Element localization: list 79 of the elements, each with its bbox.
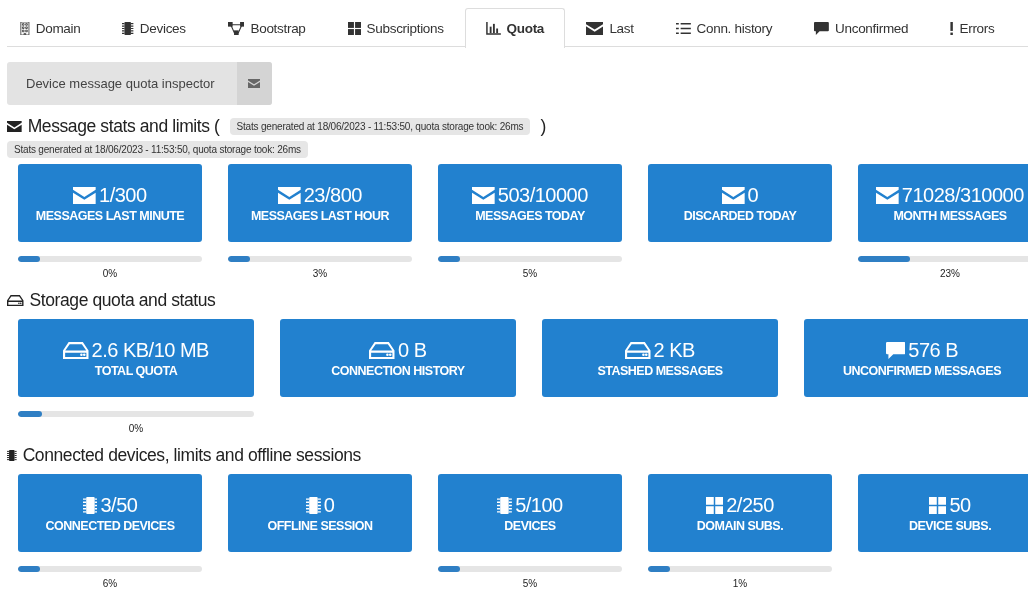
stat-value: 503/10000 [497,183,588,207]
hard-drive-icon [369,341,395,359]
stat-value: 2.6 KB/10 MB [91,338,209,362]
stat-label: DISCARDED TODAY [683,208,797,223]
envelope-icon [876,186,899,204]
stat-value: 23/800 [303,183,362,207]
stat-value: 576 B [908,338,959,362]
percent-label: 5% [522,578,538,589]
building-icon [20,21,30,35]
envelope-icon [586,21,604,35]
envelope-icon [73,186,97,204]
exclamation-icon [950,21,954,35]
stat-label: TOTAL QUOTA [94,363,178,378]
section-title: Storage quota and status [29,289,216,311]
grid-icon [706,496,724,514]
chip-icon [497,496,513,514]
tab[interactable]: Last [565,8,655,47]
stat-label: DOMAIN SUBS. [696,518,784,533]
envelope-icon [7,120,22,132]
stat-label: CONNECTED DEVICES [45,518,175,533]
tab[interactable]: Domain [7,8,102,47]
percent-label: 5% [522,268,538,279]
envelope-icon [721,186,745,204]
stat-value: 0 B [398,338,427,362]
tab[interactable]: Devices [101,8,207,47]
parenthesis: ) [540,115,546,137]
list-icon [675,21,691,35]
percent-label: 6% [102,578,118,589]
tab[interactable]: Errors [929,8,1016,47]
percent-label: 3% [312,268,328,279]
speech-bubble-icon [885,341,906,359]
hard-drive-icon [7,294,24,306]
tab[interactable]: Subscriptions [326,8,465,47]
percent-label: 1% [732,578,748,589]
section-title: Message stats and limits ( [27,115,220,137]
stats-badge: Stats generated at 18/06/2023 - 11:53:50, quota storage took: 26ms [7,141,308,158]
nodes-icon [227,21,245,35]
stat-value: 2/250 [726,493,774,517]
chip-icon [305,496,321,514]
stat-label: CONNECTION HISTORY [331,363,465,378]
percent-label: 0% [102,268,118,279]
envelope-icon [278,186,301,204]
stat-value: 50 [949,493,971,517]
stat-value: 1/300 [99,183,147,207]
tab[interactable]: Unconfirmed [793,8,930,47]
tab[interactable]: Bootstrap [206,8,327,47]
stat-label: DEVICES [504,518,556,533]
inspector-button[interactable]: Device message quota inspector [7,62,272,105]
stat-label: MESSAGES TODAY [475,208,585,223]
bar-chart-icon [485,22,501,35]
percent-label: 23% [940,268,960,279]
stat-value: 5/100 [515,493,563,517]
chip-icon [7,449,17,461]
stat-label: MESSAGES LAST MINUTE [35,208,185,223]
stat-label: MONTH MESSAGES [893,208,1007,223]
tab[interactable]: Quota [464,8,566,48]
stat-label: MESSAGES LAST HOUR [250,208,390,223]
chip-icon [82,496,98,514]
tab[interactable]: Conn. history [654,8,794,47]
grid-icon [929,496,947,514]
hard-drive-icon [625,341,651,359]
stat-label: DEVICE SUBS. [908,518,992,533]
section-title: Connected devices, limits and offline sessions [22,444,361,466]
stat-value: 0 [747,183,759,207]
grid-icon [347,21,361,35]
stat-value: 3/50 [100,493,138,517]
percent-label: 0% [128,423,144,434]
stat-label: OFFLINE SESSION [267,518,373,533]
envelope-icon [248,79,261,88]
stat-label: UNCONFIRMED MESSAGES [842,363,1002,378]
stat-value: 2 KB [653,338,695,362]
stat-value: 0 [323,493,335,517]
stat-label: STASHED MESSAGES [597,363,723,378]
stats-badge: Stats generated at 18/06/2023 - 11:53:50, quota storage took: 26ms [229,117,531,135]
chip-icon [122,21,134,35]
envelope-icon [472,186,495,204]
hard-drive-icon [63,341,89,359]
speech-bubble-icon [814,21,830,35]
stat-value: 71028/310000 [901,183,1024,207]
